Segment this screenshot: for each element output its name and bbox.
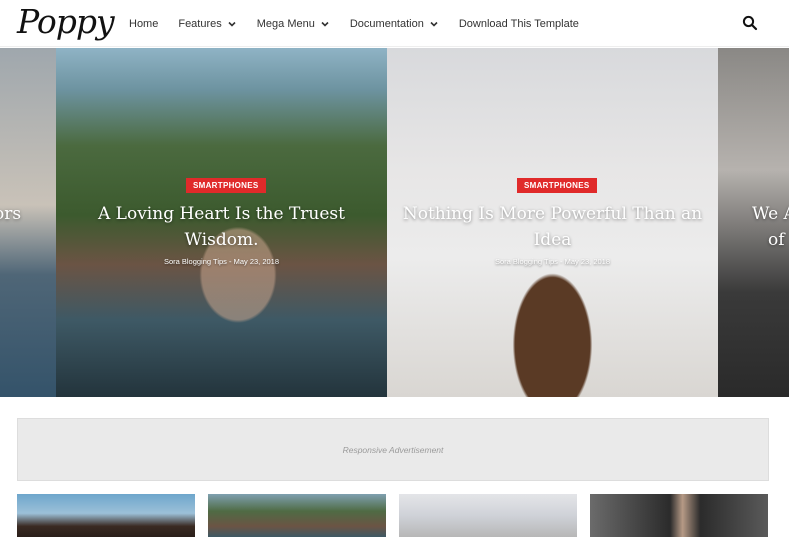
post-thumbnails-row <box>17 494 769 537</box>
nav-item-mega-menu[interactable]: Mega Menu <box>257 18 330 30</box>
slide-meta: Sora Blogging Tips - May 23, 2018 <box>494 257 611 266</box>
slide-partial-left[interactable]: ors <box>0 48 56 397</box>
advertisement-banner[interactable]: Responsive Advertisement <box>17 418 769 481</box>
slide-title-line: Nothing Is More Powerful Than an <box>402 204 703 224</box>
slide-title-line: Idea <box>533 230 572 250</box>
site-header: Poppy Home Features Mega Menu Documentat… <box>0 0 789 47</box>
post-thumbnail[interactable] <box>208 494 386 537</box>
site-logo[interactable]: Poppy <box>17 2 115 41</box>
slide-title[interactable]: A Loving Heart Is the Truest Wisdom. <box>56 201 387 253</box>
slide-title-line: A Loving Heart Is the Truest <box>98 204 345 224</box>
post-thumbnail[interactable] <box>17 494 195 537</box>
main-nav: Home Features Mega Menu Documentation Do… <box>129 0 599 47</box>
slide-item[interactable]: SMARTPHONES Nothing Is More Powerful Tha… <box>387 48 718 397</box>
category-badge[interactable]: SMARTPHONES <box>517 178 597 193</box>
slide-meta: Sora Blogging Tips - May 23, 2018 <box>163 257 280 266</box>
slide-item[interactable]: SMARTPHONES A Loving Heart Is the Truest… <box>56 48 387 397</box>
nav-item-download-template[interactable]: Download This Template <box>459 18 579 30</box>
nav-label: Mega Menu <box>256 17 315 30</box>
slide-title-line: Wisdom. <box>184 230 259 250</box>
nav-label: Download This Template <box>458 17 579 30</box>
slide-title-partial: ors <box>0 204 22 224</box>
featured-slider: ors SMARTPHONES A Loving Heart Is the Tr… <box>0 48 789 397</box>
slide-title-partial: We A <box>752 204 789 224</box>
nav-label: Documentation <box>349 17 424 30</box>
nav-label: Home <box>129 17 159 30</box>
chevron-down-icon <box>228 21 236 27</box>
post-thumbnail[interactable] <box>399 494 577 537</box>
category-badge[interactable]: SMARTPHONES <box>186 178 266 193</box>
slide-partial-right[interactable]: We A of <box>718 48 789 397</box>
slide-title-partial: of <box>768 230 785 250</box>
nav-item-home[interactable]: Home <box>129 18 158 30</box>
chevron-down-icon <box>430 21 438 27</box>
nav-item-documentation[interactable]: Documentation <box>350 18 439 30</box>
ad-label: Responsive Advertisement <box>342 444 444 455</box>
post-thumbnail[interactable] <box>590 494 768 537</box>
slide-title[interactable]: Nothing Is More Powerful Than an Idea <box>387 201 718 253</box>
nav-label: Features <box>178 17 222 30</box>
chevron-down-icon <box>321 21 329 27</box>
nav-item-features[interactable]: Features <box>178 18 236 30</box>
search-icon[interactable] <box>741 14 759 32</box>
